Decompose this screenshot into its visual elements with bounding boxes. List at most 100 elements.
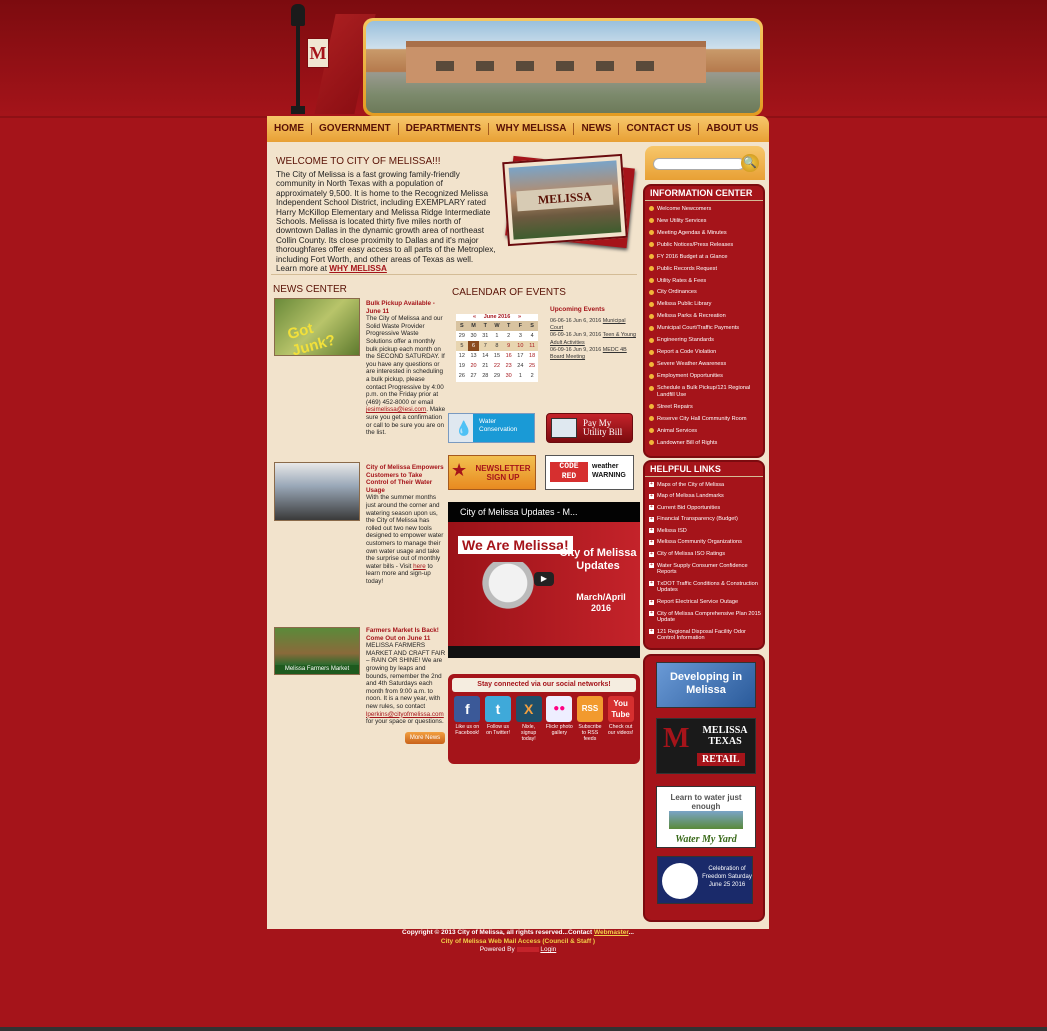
info-link[interactable]: Engineering Standards bbox=[649, 335, 763, 347]
login-link[interactable]: Login bbox=[540, 946, 556, 953]
youtube-link[interactable]: You Tube Check out our videos! bbox=[607, 696, 635, 742]
news-headline[interactable]: Bulk Pickup Available - June 11 bbox=[366, 300, 446, 315]
calendar-day[interactable]: 2 bbox=[503, 331, 515, 341]
code-red-weather-button[interactable]: CODE RED weather WARNING bbox=[545, 455, 634, 490]
calendar-day[interactable]: 30 bbox=[503, 371, 515, 381]
helpful-link[interactable]: + Melissa ISD bbox=[649, 525, 763, 537]
info-link[interactable]: Meeting Agendas & Minutes bbox=[649, 227, 763, 239]
calendar-day[interactable]: 23 bbox=[503, 361, 515, 371]
calendar-day[interactable]: 31 bbox=[479, 331, 491, 341]
calendar-day[interactable]: 9 bbox=[503, 341, 515, 351]
melissa-retail-ad[interactable]: M MELISSA TEXAS RETAIL bbox=[656, 718, 756, 774]
calendar-next[interactable]: » bbox=[518, 314, 521, 320]
nav-government[interactable]: GOVERNMENT bbox=[312, 123, 399, 135]
calendar-day[interactable]: 20 bbox=[468, 361, 480, 371]
play-icon[interactable]: ▶ bbox=[534, 572, 554, 586]
nav-news[interactable]: NEWS bbox=[574, 123, 620, 135]
nav-why-melissa[interactable]: WHY MELISSA bbox=[489, 123, 575, 135]
info-link[interactable]: Melissa Public Library bbox=[649, 299, 763, 311]
rss-link[interactable]: RSS Subscribe to RSS feeds bbox=[576, 696, 604, 742]
calendar-day[interactable]: 21 bbox=[479, 361, 491, 371]
helpful-link[interactable]: + Maps of the City of Melissa bbox=[649, 479, 763, 491]
webmaster-link[interactable]: Webmaster bbox=[594, 929, 629, 936]
celebration-of-freedom-ad[interactable]: Celebration of Freedom Saturday June 25 … bbox=[657, 856, 753, 904]
calendar-day[interactable]: 1 bbox=[515, 371, 527, 381]
bulk-pickup-thumbnail[interactable]: Got Junk? bbox=[274, 298, 360, 359]
more-news-button[interactable]: More News bbox=[405, 732, 445, 744]
helpful-link[interactable]: +121 Regional Disposal Facility Odor Con… bbox=[649, 626, 763, 644]
info-link[interactable]: Reserve City Hall Community Room bbox=[649, 413, 763, 425]
calendar-day[interactable]: 1 bbox=[491, 331, 503, 341]
info-link[interactable]: Public Notices/Press Releases bbox=[649, 239, 763, 251]
info-link[interactable]: Utility Rates & Fees bbox=[649, 275, 763, 287]
search-icon[interactable]: 🔍 bbox=[741, 154, 759, 172]
calendar-day[interactable]: 3 bbox=[515, 331, 527, 341]
calendar-day[interactable]: 7 bbox=[479, 341, 491, 351]
calendar-day[interactable]: 28 bbox=[479, 371, 491, 381]
news-email-link[interactable]: jesimelissa@iesi.com bbox=[366, 406, 426, 413]
info-link[interactable]: Street Repairs bbox=[649, 401, 763, 413]
info-link[interactable]: Employment Opportunities bbox=[649, 371, 763, 383]
news-headline[interactable]: Farmers Market Is Back! Come Out on June… bbox=[366, 627, 446, 642]
info-link[interactable]: Welcome Newcomers bbox=[649, 203, 763, 215]
nav-departments[interactable]: DEPARTMENTS bbox=[399, 123, 490, 135]
helpful-link[interactable]: + Report Electrical Service Outage bbox=[649, 597, 763, 609]
info-link[interactable]: City Ordinances bbox=[649, 287, 763, 299]
info-link[interactable]: Animal Services bbox=[649, 425, 763, 437]
nav-about-us[interactable]: ABOUT US bbox=[699, 123, 765, 135]
calendar-day[interactable]: 27 bbox=[468, 371, 480, 381]
helpful-link[interactable]: + Water Supply Consumer Confidence Report… bbox=[649, 560, 763, 578]
info-link[interactable]: Schedule a Bulk Pickup/121 Regional Land… bbox=[649, 383, 763, 402]
helpful-link[interactable]: + Melissa Community Organizations bbox=[649, 537, 763, 549]
calendar-prev[interactable]: « bbox=[473, 314, 476, 320]
water-usage-thumbnail[interactable] bbox=[274, 462, 360, 521]
news-email-link[interactable]: lperkins@cityofmelissa.com bbox=[366, 711, 444, 718]
calendar-day[interactable]: 12 bbox=[456, 351, 468, 361]
calendar-day[interactable]: 26 bbox=[456, 371, 468, 381]
info-link[interactable]: Melissa Parks & Recreation bbox=[649, 311, 763, 323]
calendar-day[interactable]: 6 bbox=[467, 341, 480, 351]
calendar-day[interactable]: 22 bbox=[491, 361, 503, 371]
water-conservation-button[interactable]: 💧 Water Conservation bbox=[448, 413, 535, 443]
helpful-link[interactable]: + Map of Melissa Landmarks bbox=[649, 491, 763, 503]
calendar-day[interactable]: 18 bbox=[526, 351, 538, 361]
nav-contact-us[interactable]: CONTACT US bbox=[619, 123, 700, 135]
info-link[interactable]: Landowner Bill of Rights bbox=[649, 437, 763, 449]
calendar-day[interactable]: 25 bbox=[526, 361, 538, 371]
news-here-link[interactable]: here bbox=[413, 563, 426, 570]
developing-in-melissa-ad[interactable]: Developing in Melissa bbox=[656, 662, 756, 708]
calendar-day[interactable]: 11 bbox=[526, 341, 538, 351]
nav-home[interactable]: HOME bbox=[267, 123, 312, 135]
farmers-market-thumbnail[interactable]: Melissa Farmers Market bbox=[274, 627, 360, 675]
calendar-day[interactable]: 15 bbox=[491, 351, 503, 361]
youtube-video-player[interactable]: City of Melissa Updates - M... We Are Me… bbox=[448, 502, 640, 658]
calendar-day[interactable]: 17 bbox=[515, 351, 527, 361]
water-my-yard-ad[interactable]: Learn to water just enough Water My Yard bbox=[656, 786, 756, 848]
calendar-day[interactable]: 29 bbox=[491, 371, 503, 381]
calendar-day[interactable]: 14 bbox=[479, 351, 491, 361]
calendar-day[interactable]: 30 bbox=[468, 331, 480, 341]
info-link[interactable]: Public Records Request bbox=[649, 263, 763, 275]
webmail-link[interactable]: City of Melissa Web Mail Access (Council… bbox=[267, 938, 769, 947]
calendar-day[interactable]: 2 bbox=[526, 371, 538, 381]
helpful-link[interactable]: + Financial Transparency (Budget) bbox=[649, 514, 763, 526]
calendar-day[interactable]: 10 bbox=[515, 341, 527, 351]
info-link[interactable]: Municipal Court/Traffic Payments bbox=[649, 323, 763, 335]
helpful-link[interactable]: + TxDOT Traffic Conditions & Construction… bbox=[649, 578, 763, 596]
pay-utility-bill-button[interactable]: Pay My Utility Bill bbox=[546, 413, 633, 443]
twitter-link[interactable]: t Follow us on Twitter! bbox=[484, 696, 512, 742]
info-link[interactable]: Severe Weather Awareness bbox=[649, 359, 763, 371]
news-headline[interactable]: City of Melissa Empowers Customers to Ta… bbox=[366, 464, 446, 494]
city-logo[interactable]: M bbox=[277, 0, 376, 116]
why-melissa-link[interactable]: WHY MELISSA bbox=[329, 264, 387, 273]
nixle-link[interactable]: X Nixle, signup today! bbox=[515, 696, 543, 742]
calendar-day[interactable]: 29 bbox=[456, 331, 468, 341]
calendar-day[interactable]: 8 bbox=[491, 341, 503, 351]
calendar-day[interactable]: 16 bbox=[503, 351, 515, 361]
newsletter-signup-button[interactable]: ★ NEWSLETTER SIGN UP bbox=[448, 455, 536, 490]
calendar-day[interactable]: 13 bbox=[468, 351, 480, 361]
calendar-day[interactable]: 5 bbox=[456, 341, 468, 351]
flickr-link[interactable]: ●● Flickr photo gallery bbox=[545, 696, 573, 742]
helpful-link[interactable]: + City of Melissa ISO Ratings bbox=[649, 549, 763, 561]
info-link[interactable]: FY 2016 Budget at a Glance bbox=[649, 251, 763, 263]
